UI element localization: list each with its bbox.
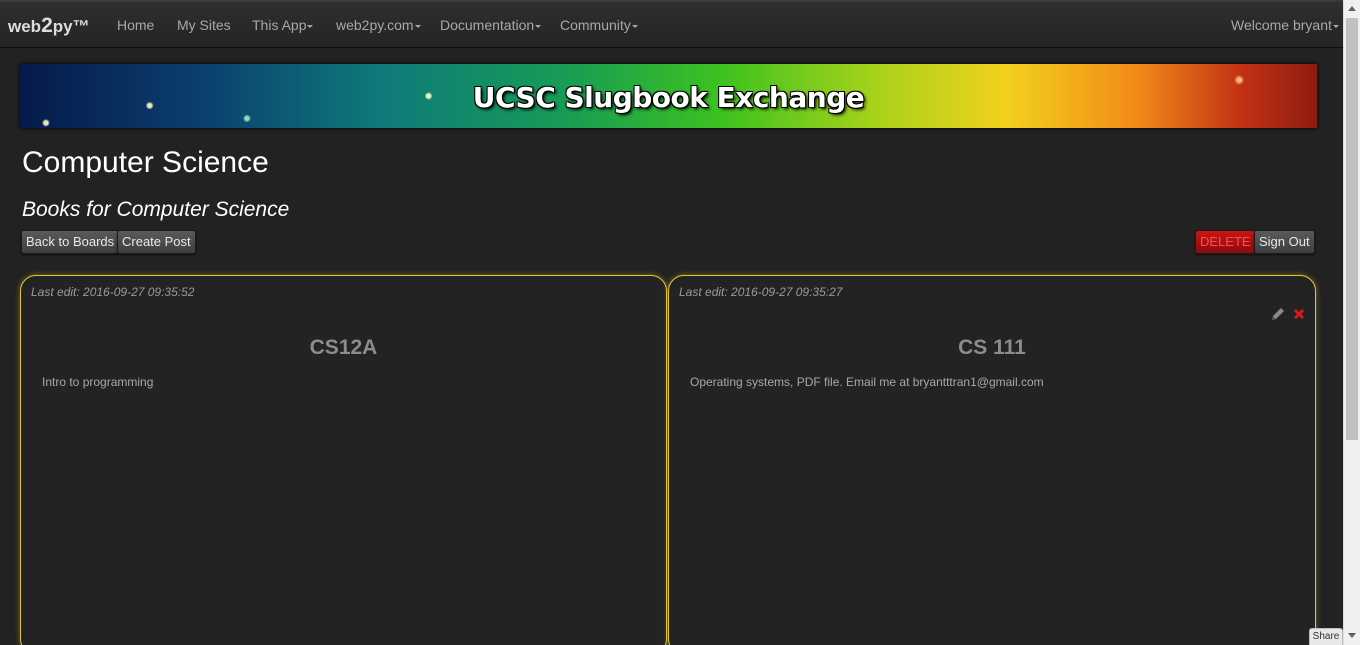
- page-subtitle: Books for Computer Science: [22, 198, 290, 221]
- nav-item-community[interactable]: Community: [560, 17, 638, 33]
- scroll-thumb[interactable]: [1346, 18, 1358, 440]
- post-last-edit: Last edit: 2016-09-27 09:35:27: [679, 285, 843, 299]
- page-title: Computer Science: [22, 146, 269, 179]
- close-icon[interactable]: [1291, 306, 1307, 322]
- share-button[interactable]: Share: [1309, 628, 1343, 645]
- caret-down-icon: [414, 24, 421, 28]
- scroll-up-icon[interactable]: [1348, 6, 1356, 11]
- nav-item-documentation[interactable]: Documentation: [440, 17, 542, 33]
- nav-item-label: My Sites: [177, 17, 231, 33]
- nav-item-my-sites[interactable]: My Sites: [177, 17, 231, 33]
- caret-down-icon: [535, 24, 542, 28]
- nav-item-label: Home: [117, 17, 155, 33]
- post-body: Operating systems, PDF file. Email me at…: [690, 375, 1044, 389]
- post-title: CS 111: [958, 336, 1026, 359]
- nav-item-home[interactable]: Home: [117, 17, 154, 33]
- vertical-scrollbar[interactable]: [1343, 0, 1360, 645]
- nav-item-this-app[interactable]: This App: [252, 17, 314, 33]
- sign-out-button[interactable]: Sign Out: [1254, 230, 1315, 254]
- post-card: Last edit: 2016-09-27 09:35:52 CS12A Int…: [20, 275, 667, 645]
- create-post-button[interactable]: Create Post: [117, 230, 196, 254]
- caret-down-icon: [1332, 24, 1339, 28]
- nav-item-label: This App: [252, 17, 307, 33]
- post-title: CS12A: [309, 336, 378, 359]
- caret-down-icon: [631, 24, 638, 28]
- brand-prefix: web: [8, 17, 42, 36]
- scroll-down-icon[interactable]: [1348, 633, 1356, 638]
- user-menu-label: Welcome bryant: [1231, 17, 1332, 33]
- nav-item-label: web2py.com: [336, 17, 414, 33]
- nav-item-label: Community: [560, 17, 631, 33]
- back-to-boards-button[interactable]: Back to Boards: [21, 230, 120, 254]
- post-last-edit: Last edit: 2016-09-27 09:35:52: [31, 285, 195, 299]
- caret-down-icon: [307, 24, 314, 28]
- delete-button[interactable]: DELETE: [1195, 230, 1256, 254]
- top-navbar: web2py™ Home My Sites This App web2py.co…: [0, 0, 1343, 48]
- nav-item-web2py-com[interactable]: web2py.com: [336, 17, 421, 33]
- user-menu[interactable]: Welcome bryant: [1231, 17, 1339, 33]
- post-body: Intro to programming: [42, 375, 154, 389]
- post-card: Last edit: 2016-09-27 09:35:27 CS 111 Op…: [668, 275, 1316, 645]
- nav-item-label: Documentation: [440, 17, 535, 33]
- banner-title: UCSC Slugbook Exchange: [472, 81, 865, 114]
- site-banner: UCSC Slugbook Exchange: [20, 64, 1317, 128]
- brand-suffix: py™: [52, 17, 90, 36]
- brand-logo[interactable]: web2py™: [8, 14, 90, 38]
- pencil-icon[interactable]: [1270, 306, 1286, 322]
- brand-big: 2: [41, 14, 53, 37]
